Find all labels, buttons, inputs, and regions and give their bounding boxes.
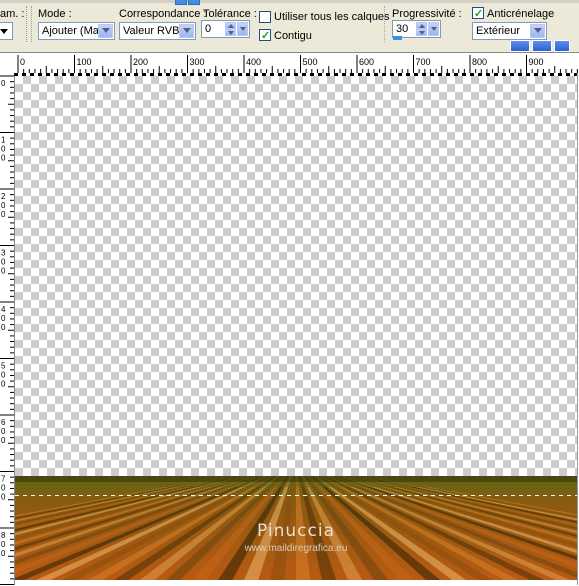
tab-stub-1[interactable]: [175, 0, 187, 5]
match-label: Correspondance :: [119, 8, 207, 20]
match-dropdown-button[interactable]: [179, 24, 194, 38]
ruler-label: 0: [1, 154, 6, 163]
ruler-label: 600: [359, 57, 374, 67]
chevron-down-icon: [102, 28, 110, 33]
antialias-select[interactable]: Extérieur: [472, 22, 547, 40]
feather-dropdown-button[interactable]: [428, 22, 439, 36]
ruler-label: 100: [77, 57, 92, 67]
ruler-label: 0: [1, 79, 6, 88]
ruler-label: 0: [1, 540, 6, 549]
antialias-label[interactable]: Anticrénelage: [487, 8, 554, 20]
contiguous-label[interactable]: Contigu: [274, 30, 312, 42]
arrow-up-icon: [228, 24, 234, 28]
ruler-label: 0: [1, 267, 6, 276]
cut-label: am. :: [0, 8, 25, 20]
ruler-label: 0: [1, 380, 6, 389]
mode-label: Mode :: [38, 8, 72, 20]
selection-marquee-line: [15, 495, 577, 496]
ruler-label: 0: [1, 145, 6, 154]
mode-dropdown-button[interactable]: [98, 24, 113, 38]
ruler-label: 0: [1, 493, 6, 502]
antialias-dropdown-button[interactable]: [530, 24, 545, 38]
ruler-label: 6: [1, 418, 6, 427]
chevron-down-icon: [240, 27, 246, 31]
all-layers-checkbox[interactable]: [259, 11, 271, 23]
ruler-label: 0: [1, 210, 6, 219]
mode-select[interactable]: Ajouter (Maj): [38, 22, 115, 40]
ruler-label: 0: [1, 258, 6, 267]
maximize-button[interactable]: [532, 40, 552, 52]
ruler-label: 900: [529, 57, 544, 67]
match-select[interactable]: Valeur RVB: [119, 22, 196, 40]
ruler-ticks: 0100200300400500600700800: [0, 75, 14, 585]
ruler-label: 5: [1, 362, 6, 371]
checkmark-icon: ✓: [474, 8, 484, 20]
ruler-label: 500: [303, 57, 318, 67]
ruler-label: 0: [1, 484, 6, 493]
toolbar-grip[interactable]: [26, 6, 32, 42]
watermark-name: Pinuccia: [257, 521, 335, 541]
horizontal-ruler: 0 100 200 300 400 500 600 700 800 900: [0, 55, 579, 74]
ruler-label: 700: [416, 57, 431, 67]
ruler-label: 400: [246, 57, 261, 67]
feather-slider-fill[interactable]: [393, 36, 402, 40]
ruler-label: 200: [133, 57, 148, 67]
arrow-up-icon: [419, 24, 425, 28]
top-strip: [0, 0, 579, 3]
ruler-label: 8: [1, 531, 6, 540]
feather-label: Progressivité :: [392, 8, 462, 20]
contiguous-checkbox[interactable]: ✓: [259, 29, 271, 42]
feather-down-button[interactable]: [416, 29, 427, 36]
feather-up-button[interactable]: [416, 22, 427, 29]
tolerance-up-button[interactable]: [225, 22, 236, 29]
tolerance-dropdown-button[interactable]: [237, 22, 248, 36]
close-button[interactable]: [554, 40, 570, 52]
ruler-label: 1: [1, 136, 6, 145]
ruler-label: 0: [1, 323, 6, 332]
arrow-down-icon: [419, 31, 425, 35]
chevron-down-icon: [0, 29, 8, 34]
ruler-label: 0: [20, 57, 25, 67]
ruler-label: 0: [1, 371, 6, 380]
ruler-label: 3: [1, 249, 6, 258]
transparent-canvas[interactable]: [15, 76, 577, 476]
tolerance-down-button[interactable]: [225, 29, 236, 36]
image-layer[interactable]: Pinuccia www.maildiregrafica.eu: [15, 476, 577, 580]
tolerance-spinner[interactable]: 0: [201, 20, 250, 38]
chevron-down-icon: [183, 28, 191, 33]
ruler-label: 0: [1, 427, 6, 436]
ruler-label: 0: [1, 549, 6, 558]
vertical-ruler: 0100200300400500600700800: [0, 73, 15, 585]
ruler-label: 800: [472, 57, 487, 67]
arrow-down-icon: [228, 31, 234, 35]
ruler-label: 0: [1, 201, 6, 210]
watermark-url: www.maildiregrafica.eu: [244, 543, 348, 554]
all-layers-label[interactable]: Utiliser tous les calques: [274, 11, 390, 23]
chevron-down-icon: [534, 28, 542, 33]
checkmark-icon: ✓: [261, 30, 271, 42]
ruler-ticks: 0 100 200 300 400 500 600 700 800 900: [17, 55, 578, 73]
match-value: Valeur RVB: [123, 25, 180, 37]
toolbar-separator: [384, 6, 386, 42]
ruler-label: 2: [1, 192, 6, 201]
antialias-value: Extérieur: [476, 25, 521, 37]
feather-value: 30: [396, 23, 409, 35]
tab-stub-2[interactable]: [188, 0, 200, 5]
tolerance-label: Tolérance :: [203, 8, 257, 20]
ruler-label: 0: [1, 314, 6, 323]
mode-value: Ajouter (Maj): [42, 25, 105, 37]
cut-dropdown[interactable]: [0, 22, 13, 40]
restore-button[interactable]: [510, 40, 530, 52]
chevron-down-icon: [431, 27, 437, 31]
tolerance-value: 0: [205, 23, 212, 35]
ruler-label: 300: [190, 57, 205, 67]
antialias-checkbox[interactable]: ✓: [472, 7, 484, 20]
ruler-label: 4: [1, 305, 6, 314]
ruler-label: 0: [1, 436, 6, 445]
tool-options-bar: am. : Mode : Ajouter (Maj) Correspondanc…: [0, 0, 579, 46]
ruler-label: 7: [1, 475, 6, 484]
